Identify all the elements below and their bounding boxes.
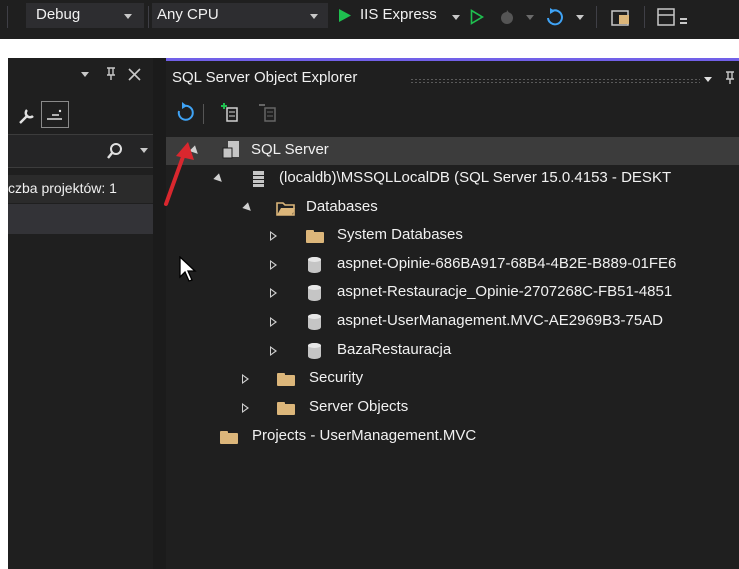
tree-item-label: Databases xyxy=(306,198,378,215)
expand-arrow-icon[interactable] xyxy=(242,403,249,413)
tree-item-database[interactable]: aspnet-Restauracje_Opinie-2707268C-FB51-… xyxy=(166,279,739,307)
panel-splitter[interactable] xyxy=(153,58,166,569)
toolbar-separator xyxy=(203,104,204,124)
layout-icon[interactable] xyxy=(656,6,678,30)
tree-item-system-databases[interactable]: System Databases xyxy=(166,222,739,250)
sql-server-object-explorer-panel: SQL Server Object Explorer SQL Server (l… xyxy=(166,58,739,569)
tree-item-label: (localdb)\MSSQLLocalDB (SQL Server 15.0.… xyxy=(279,169,672,186)
project-count-text: czba projektów: 1 xyxy=(8,180,117,196)
toolbar-separator xyxy=(7,6,8,28)
browser-link-icon[interactable] xyxy=(610,7,632,29)
tree-item-label: Security xyxy=(309,369,364,386)
expand-arrow-icon[interactable] xyxy=(270,231,277,241)
tree-item-label: BazaRestauracja xyxy=(337,341,452,358)
platform-label: Any CPU xyxy=(157,6,219,23)
start-without-debugging-icon[interactable] xyxy=(470,9,484,25)
tree-item-databases[interactable]: Databases xyxy=(166,194,739,222)
toolbar-separator xyxy=(148,6,149,28)
tree-item-label: aspnet-Restauracje_Opinie-2707268C-FB51-… xyxy=(337,283,673,300)
database-icon xyxy=(308,314,321,330)
explorer-title-bar: SQL Server Object Explorer xyxy=(166,58,739,96)
tree-item-database[interactable]: aspnet-UserManagement.MVC-AE2969B3-75AD xyxy=(166,308,739,336)
toggle-preview-button[interactable] xyxy=(41,101,69,128)
tree-item-label: aspnet-UserManagement.MVC-AE2969B3-75AD xyxy=(337,312,663,329)
pin-icon[interactable] xyxy=(105,67,117,81)
tree-item-database[interactable]: aspnet-Opinie-686BA917-68B4-4B2E-B889-01… xyxy=(166,251,739,279)
main-toolbar: Debug Any CPU IIS Express xyxy=(0,0,739,39)
chevron-down-icon xyxy=(124,14,132,19)
folder-icon xyxy=(306,230,324,243)
sql-server-icon xyxy=(222,141,239,159)
chevron-down-icon xyxy=(310,14,318,19)
server-instance-icon xyxy=(253,171,264,187)
database-icon xyxy=(308,285,321,301)
pin-icon[interactable] xyxy=(724,71,736,85)
folder-icon xyxy=(277,402,295,415)
tree-item-localdb-instance[interactable]: (localdb)\MSSQLLocalDB (SQL Server 15.0.… xyxy=(166,165,739,193)
tree-item-label: Projects - UserManagement.MVC xyxy=(252,427,477,444)
start-debugging-button[interactable]: IIS Express xyxy=(336,2,464,29)
left-panel-toolbar xyxy=(8,98,153,132)
chevron-down-icon[interactable] xyxy=(704,77,712,82)
project-count-row: czba projektów: 1 xyxy=(8,175,153,203)
folder-icon xyxy=(220,431,238,444)
tree-item-server-objects[interactable]: Server Objects xyxy=(166,394,739,422)
database-icon xyxy=(308,343,321,359)
search-icon xyxy=(107,143,122,159)
toolbar-overflow-icon[interactable] xyxy=(680,18,687,20)
list-item[interactable] xyxy=(8,204,153,234)
expand-arrow-icon[interactable] xyxy=(270,317,277,327)
preview-icon xyxy=(47,109,62,120)
expand-arrow-icon[interactable] xyxy=(242,374,249,384)
refresh-circle-icon[interactable] xyxy=(544,7,566,27)
database-icon xyxy=(308,257,321,273)
add-sql-server-icon[interactable] xyxy=(220,102,242,124)
chevron-down-icon[interactable] xyxy=(81,72,89,77)
wrench-icon[interactable] xyxy=(17,106,37,126)
explorer-toolbar xyxy=(166,96,739,132)
title-grip xyxy=(410,78,700,84)
close-icon[interactable] xyxy=(128,68,141,81)
tree-item-label: aspnet-Opinie-686BA917-68B4-4B2E-B889-01… xyxy=(337,255,677,272)
toolbar-separator xyxy=(596,6,597,28)
chevron-down-icon[interactable] xyxy=(526,15,534,20)
collapse-arrow-icon[interactable] xyxy=(242,202,254,214)
configuration-label: Debug xyxy=(36,6,81,23)
tree-item-label: SQL Server xyxy=(251,141,329,158)
chevron-down-icon[interactable] xyxy=(576,15,584,20)
mouse-cursor-icon xyxy=(179,256,197,282)
collapse-arrow-icon[interactable] xyxy=(213,173,225,185)
chevron-down-icon[interactable] xyxy=(140,148,148,153)
refresh-icon[interactable] xyxy=(174,102,196,124)
tree-item-sql-server[interactable]: SQL Server xyxy=(166,137,739,165)
tree-item-label: Server Objects xyxy=(309,398,409,415)
left-panel-header xyxy=(8,58,153,92)
expand-arrow-icon[interactable] xyxy=(270,346,277,356)
solution-explorer-panel: czba projektów: 1 xyxy=(8,58,153,569)
tree-item-security[interactable]: Security xyxy=(166,365,739,393)
explorer-title: SQL Server Object Explorer xyxy=(172,69,358,86)
platform-dropdown[interactable]: Any CPU xyxy=(152,3,328,28)
folder-icon xyxy=(277,373,295,386)
tree-item-projects[interactable]: Projects - UserManagement.MVC xyxy=(166,423,739,451)
expand-arrow-icon[interactable] xyxy=(270,260,277,270)
open-folder-icon xyxy=(276,202,295,216)
configuration-dropdown[interactable]: Debug xyxy=(26,3,144,28)
disconnect-icon[interactable] xyxy=(258,102,280,124)
tree-item-label: System Databases xyxy=(337,226,463,243)
run-target-label: IIS Express xyxy=(360,6,437,23)
hot-reload-icon[interactable] xyxy=(498,8,516,26)
expand-arrow-icon[interactable] xyxy=(270,288,277,298)
toolbar-separator xyxy=(644,6,645,28)
chevron-down-icon xyxy=(452,15,460,20)
left-search-box[interactable] xyxy=(8,134,153,168)
red-annotation-arrow xyxy=(164,142,194,206)
play-icon xyxy=(339,9,351,22)
tree-item-database[interactable]: BazaRestauracja xyxy=(166,337,739,365)
